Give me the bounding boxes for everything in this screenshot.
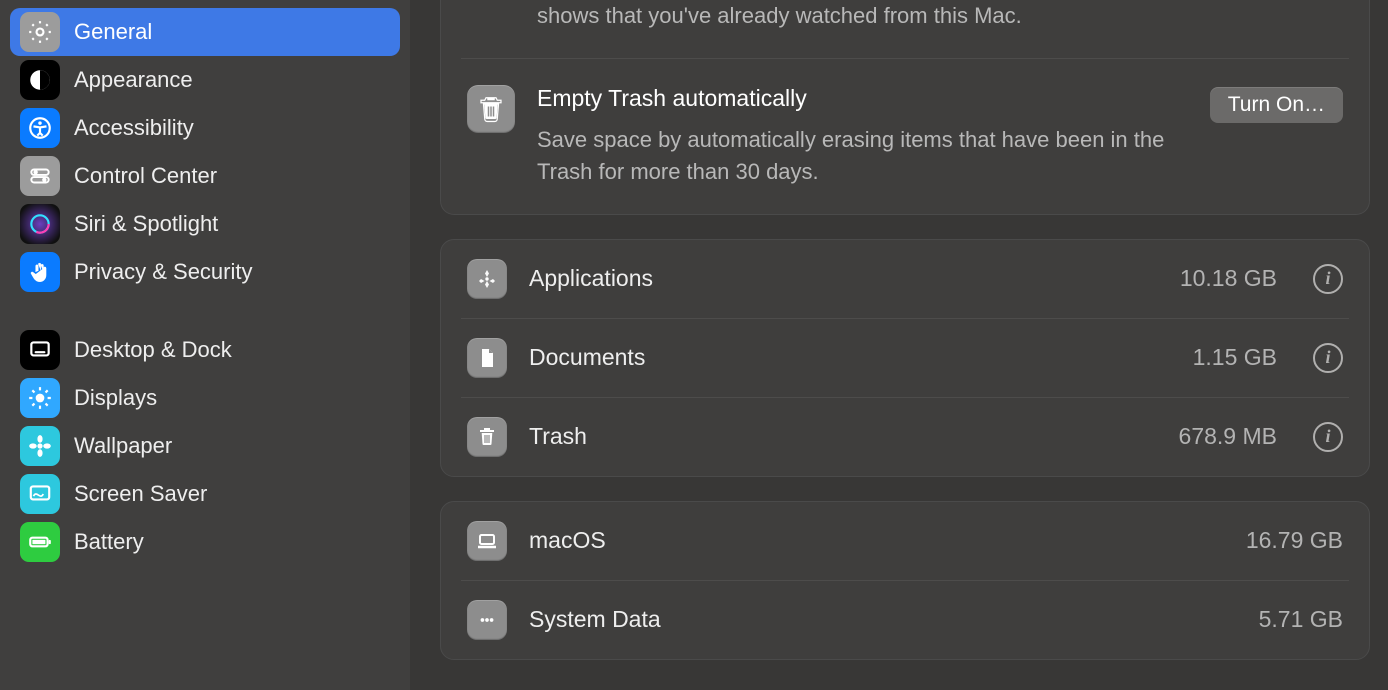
sidebar-item-label: Displays <box>74 385 157 411</box>
sidebar-item-accessibility[interactable]: Accessibility <box>10 104 400 152</box>
storage-size: 16.79 GB <box>1246 527 1343 554</box>
sidebar: General Appearance Accessibility Control… <box>0 0 410 690</box>
sidebar-item-desktop[interactable]: Desktop & Dock <box>10 326 400 374</box>
recommendation-desc: Save space by automatically erasing item… <box>537 124 1188 188</box>
storage-label: Documents <box>529 344 1171 371</box>
sidebar-item-appearance[interactable]: Appearance <box>10 56 400 104</box>
sun-icon <box>20 378 60 418</box>
flower-icon <box>20 426 60 466</box>
sidebar-item-label: Appearance <box>74 67 193 93</box>
trash-icon <box>467 85 515 133</box>
sidebar-item-general[interactable]: General <box>10 8 400 56</box>
sidebar-item-siri[interactable]: Siri & Spotlight <box>10 200 400 248</box>
storage-row-macos: macOS 16.79 GB <box>441 502 1369 580</box>
recommendations-panel: shows that you've already watched from t… <box>440 0 1370 215</box>
storage-row-system-data: System Data 5.71 GB <box>441 581 1369 659</box>
sidebar-item-label: Battery <box>74 529 144 555</box>
storage-label: Applications <box>529 265 1158 292</box>
storage-row-trash[interactable]: Trash 678.9 MB i <box>441 398 1369 476</box>
storage-label: Trash <box>529 423 1157 450</box>
control-center-icon <box>20 156 60 196</box>
sidebar-item-label: Accessibility <box>74 115 194 141</box>
storage-row-applications[interactable]: Applications 10.18 GB i <box>441 240 1369 318</box>
main-content: shows that you've already watched from t… <box>410 0 1388 690</box>
recommendation-title: Empty Trash automatically <box>537 85 1188 112</box>
dock-icon <box>20 330 60 370</box>
storage-label: System Data <box>529 606 1237 633</box>
screensaver-icon <box>20 474 60 514</box>
storage-size: 10.18 GB <box>1180 265 1277 292</box>
system-storage-panel: macOS 16.79 GB System Data 5.71 GB <box>440 501 1370 660</box>
appearance-icon <box>20 60 60 100</box>
storage-label: macOS <box>529 527 1224 554</box>
sidebar-item-label: Desktop & Dock <box>74 337 232 363</box>
sidebar-item-label: Screen Saver <box>74 481 207 507</box>
info-button[interactable]: i <box>1313 343 1343 373</box>
info-button[interactable]: i <box>1313 264 1343 294</box>
recommendation-previous-desc: shows that you've already watched from t… <box>441 0 1369 58</box>
sidebar-item-displays[interactable]: Displays <box>10 374 400 422</box>
sidebar-item-privacy[interactable]: Privacy & Security <box>10 248 400 296</box>
recommendation-row-empty-trash: Empty Trash automatically Save space by … <box>441 59 1369 214</box>
storage-categories-panel: Applications 10.18 GB i Documents 1.15 G… <box>440 239 1370 477</box>
hand-icon <box>20 252 60 292</box>
turn-on-button[interactable]: Turn On… <box>1210 87 1343 123</box>
battery-icon <box>20 522 60 562</box>
sidebar-item-label: Siri & Spotlight <box>74 211 218 237</box>
sidebar-item-label: Control Center <box>74 163 217 189</box>
sidebar-item-wallpaper[interactable]: Wallpaper <box>10 422 400 470</box>
sidebar-item-screensaver[interactable]: Screen Saver <box>10 470 400 518</box>
storage-row-documents[interactable]: Documents 1.15 GB i <box>441 319 1369 397</box>
sidebar-item-label: General <box>74 19 152 45</box>
sidebar-item-label: Wallpaper <box>74 433 172 459</box>
gear-icon <box>20 12 60 52</box>
accessibility-icon <box>20 108 60 148</box>
trash-icon <box>467 417 507 457</box>
laptop-icon <box>467 521 507 561</box>
storage-size: 1.15 GB <box>1193 344 1277 371</box>
siri-icon <box>20 204 60 244</box>
sidebar-item-label: Privacy & Security <box>74 259 253 285</box>
system-data-icon <box>467 600 507 640</box>
storage-size: 5.71 GB <box>1259 606 1343 633</box>
document-icon <box>467 338 507 378</box>
applications-icon <box>467 259 507 299</box>
info-button[interactable]: i <box>1313 422 1343 452</box>
sidebar-item-control-center[interactable]: Control Center <box>10 152 400 200</box>
sidebar-item-battery[interactable]: Battery <box>10 518 400 566</box>
storage-size: 678.9 MB <box>1179 423 1277 450</box>
